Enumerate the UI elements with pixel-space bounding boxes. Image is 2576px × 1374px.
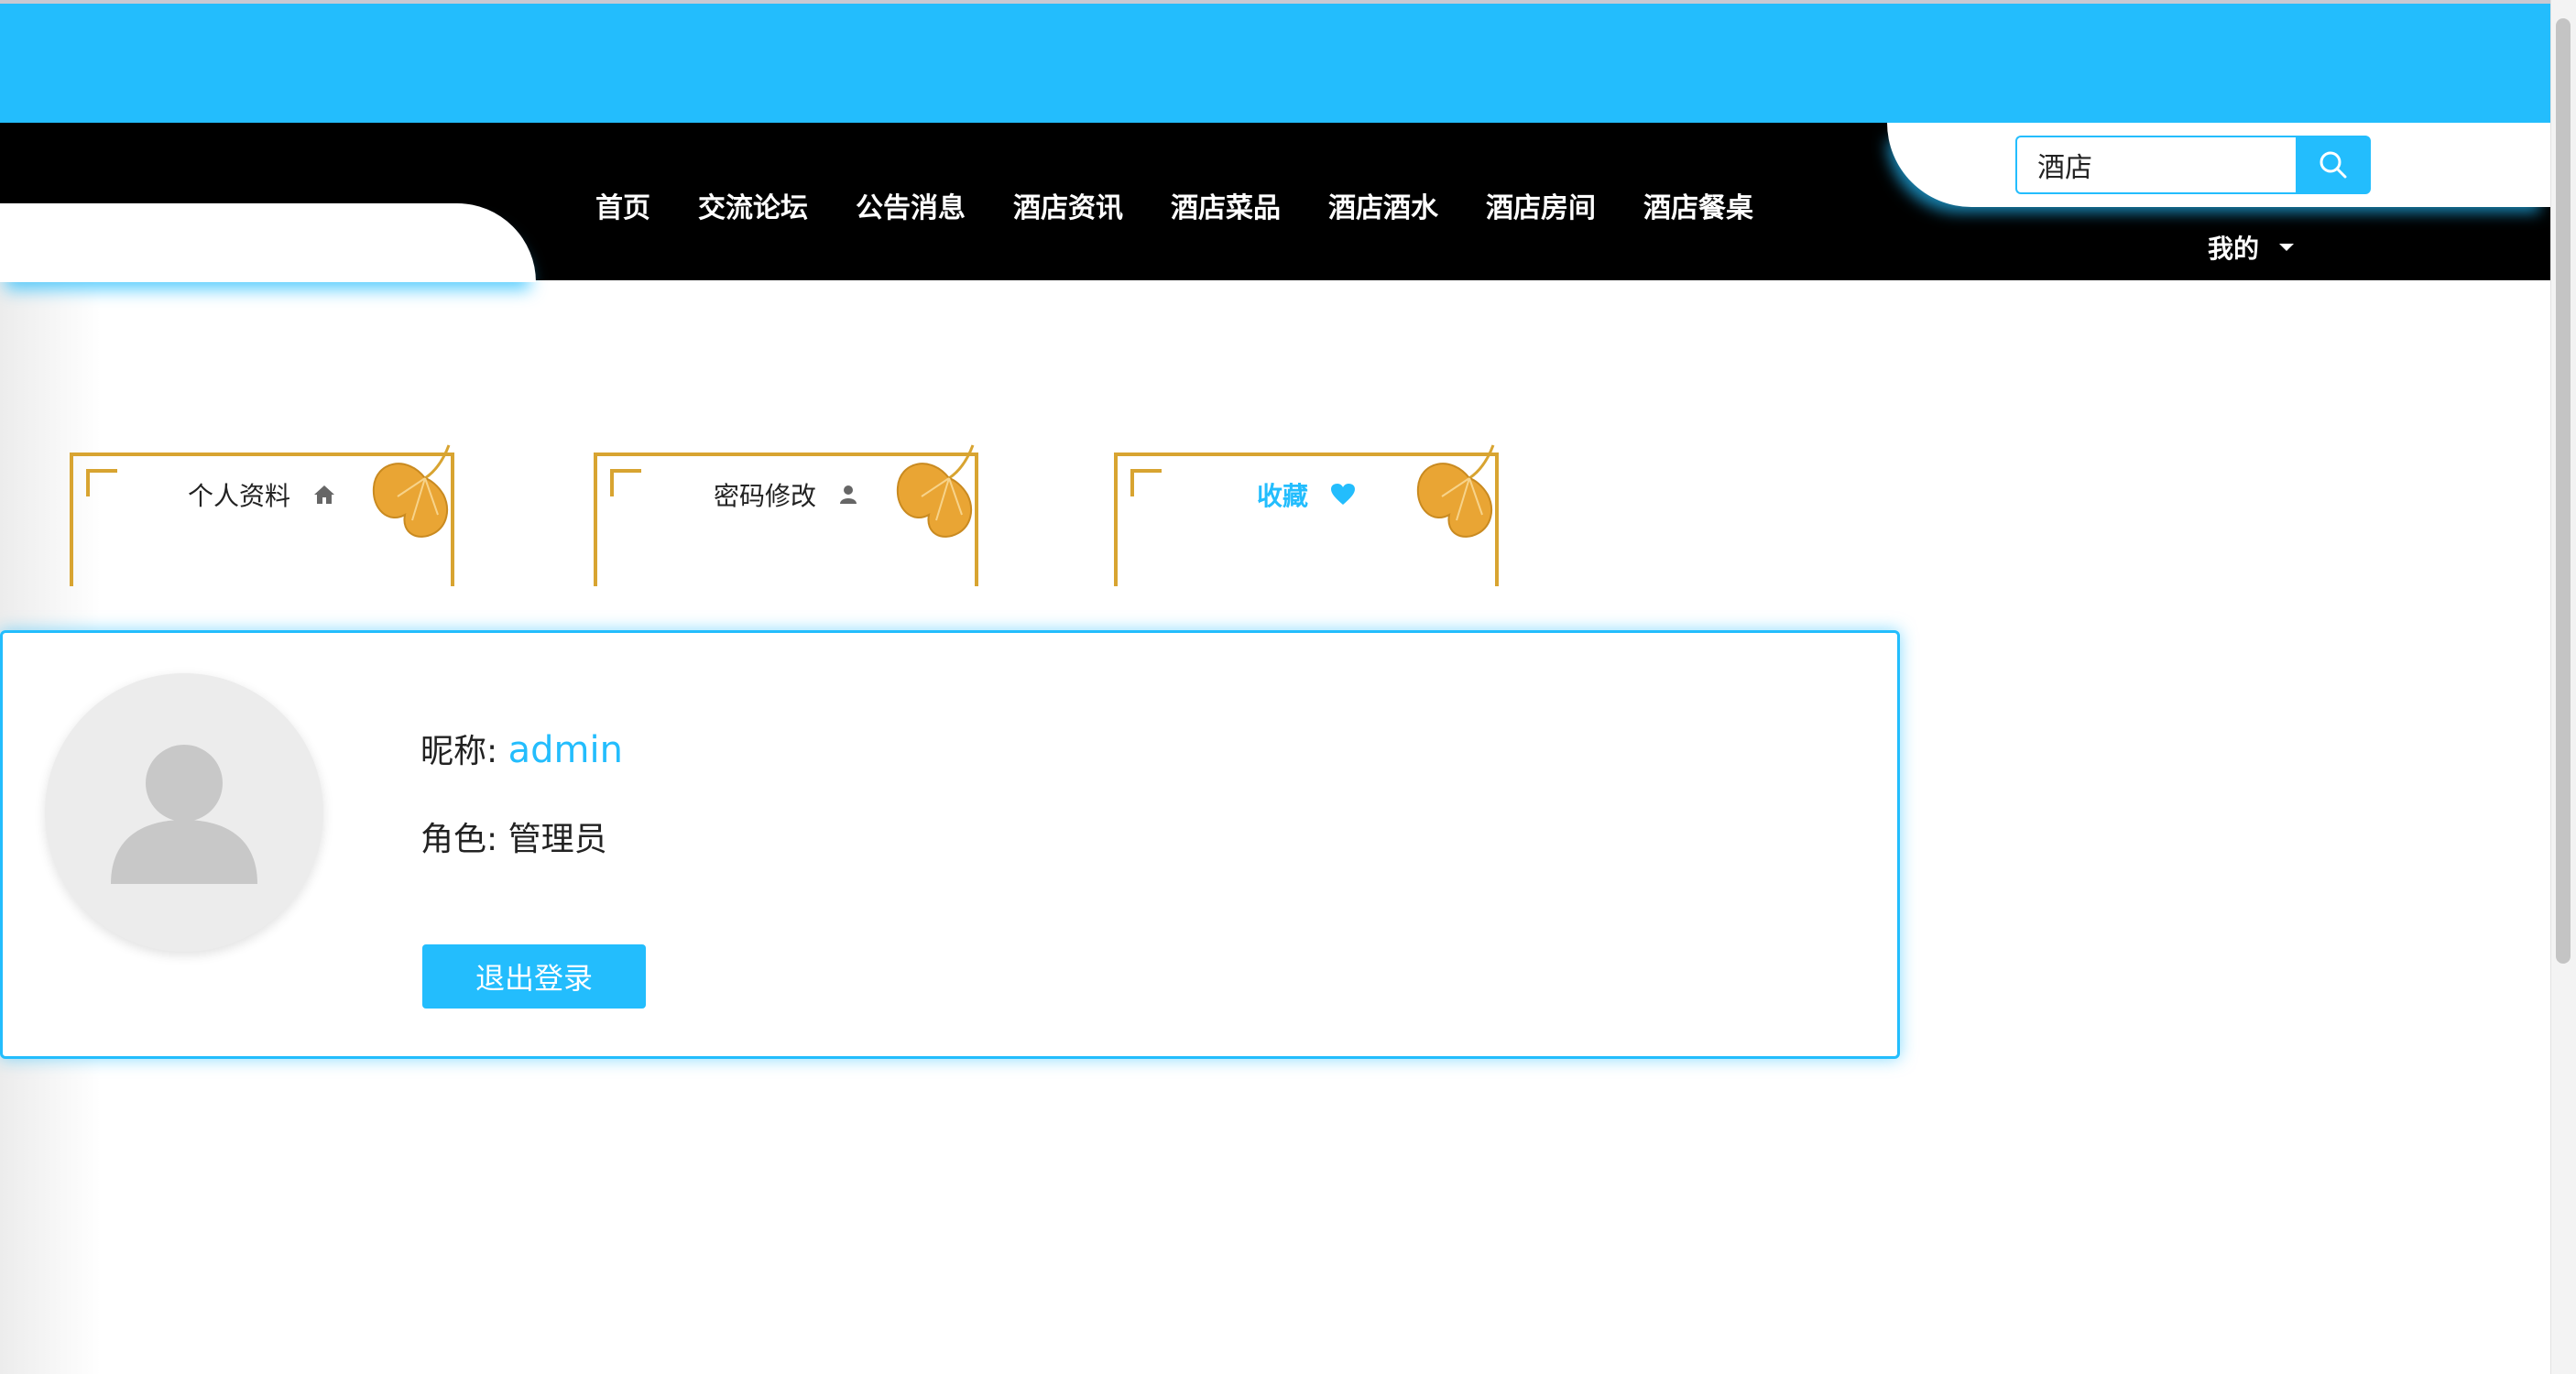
my-account-dropdown[interactable]: 我的 [2208, 229, 2295, 266]
default-avatar-icon [111, 745, 257, 884]
header-banner [0, 4, 2550, 123]
nickname-label: 昵称: [420, 733, 498, 770]
nav-item-hotel-rooms[interactable]: 酒店房间 [1486, 185, 1596, 225]
tab-favorites[interactable]: 收藏 [1114, 444, 1499, 586]
logout-button[interactable]: 退出登录 [422, 944, 646, 1009]
nav-item-hotel-tables[interactable]: 酒店餐桌 [1643, 185, 1753, 225]
heart-icon [1330, 483, 1356, 507]
nav-item-forum[interactable]: 交流论坛 [698, 185, 808, 225]
tab-label-row: 密码修改 [594, 474, 978, 515]
home-icon [312, 484, 336, 506]
nav-item-hotel-dishes[interactable]: 酒店菜品 [1171, 185, 1281, 225]
search-icon [2319, 151, 2347, 179]
tab-label-row: 收藏 [1114, 474, 1499, 515]
scrollbar-thumb[interactable] [2556, 18, 2571, 964]
nav-item-announcements[interactable]: 公告消息 [856, 185, 966, 225]
profile-panel: 昵称: admin 角色: 管理员 退出登录 [0, 630, 1900, 1059]
caret-down-icon [2279, 244, 2295, 251]
nav-item-home[interactable]: 首页 [595, 185, 650, 225]
search-button[interactable] [2296, 136, 2371, 194]
tab-label: 个人资料 [187, 481, 290, 511]
nickname-row: 昵称: admin [420, 725, 623, 772]
search-input[interactable] [2015, 136, 2298, 194]
tab-change-password[interactable]: 密码修改 [594, 444, 978, 586]
page: 首页 交流论坛 公告消息 酒店资讯 酒店菜品 酒店酒水 酒店房间 酒店餐桌 我的… [0, 0, 2576, 1374]
my-account-label: 我的 [2208, 234, 2260, 264]
tab-label: 密码修改 [713, 481, 816, 511]
tab-profile[interactable]: 个人资料 [70, 444, 454, 586]
nav-item-hotel-drinks[interactable]: 酒店酒水 [1328, 185, 1438, 225]
tab-label: 收藏 [1256, 481, 1308, 511]
main-nav: 首页 交流论坛 公告消息 酒店资讯 酒店菜品 酒店酒水 酒店房间 酒店餐桌 [595, 123, 1801, 288]
tab-label-row: 个人资料 [70, 474, 454, 515]
avatar [45, 673, 323, 952]
nickname-value: admin [508, 729, 623, 771]
role-row: 角色: 管理员 [420, 812, 607, 860]
user-icon [838, 484, 858, 506]
role-label: 角色: [420, 821, 498, 858]
nav-item-hotel-news[interactable]: 酒店资讯 [1013, 185, 1123, 225]
nav-left-decoration [0, 203, 536, 282]
role-value: 管理员 [508, 821, 607, 858]
